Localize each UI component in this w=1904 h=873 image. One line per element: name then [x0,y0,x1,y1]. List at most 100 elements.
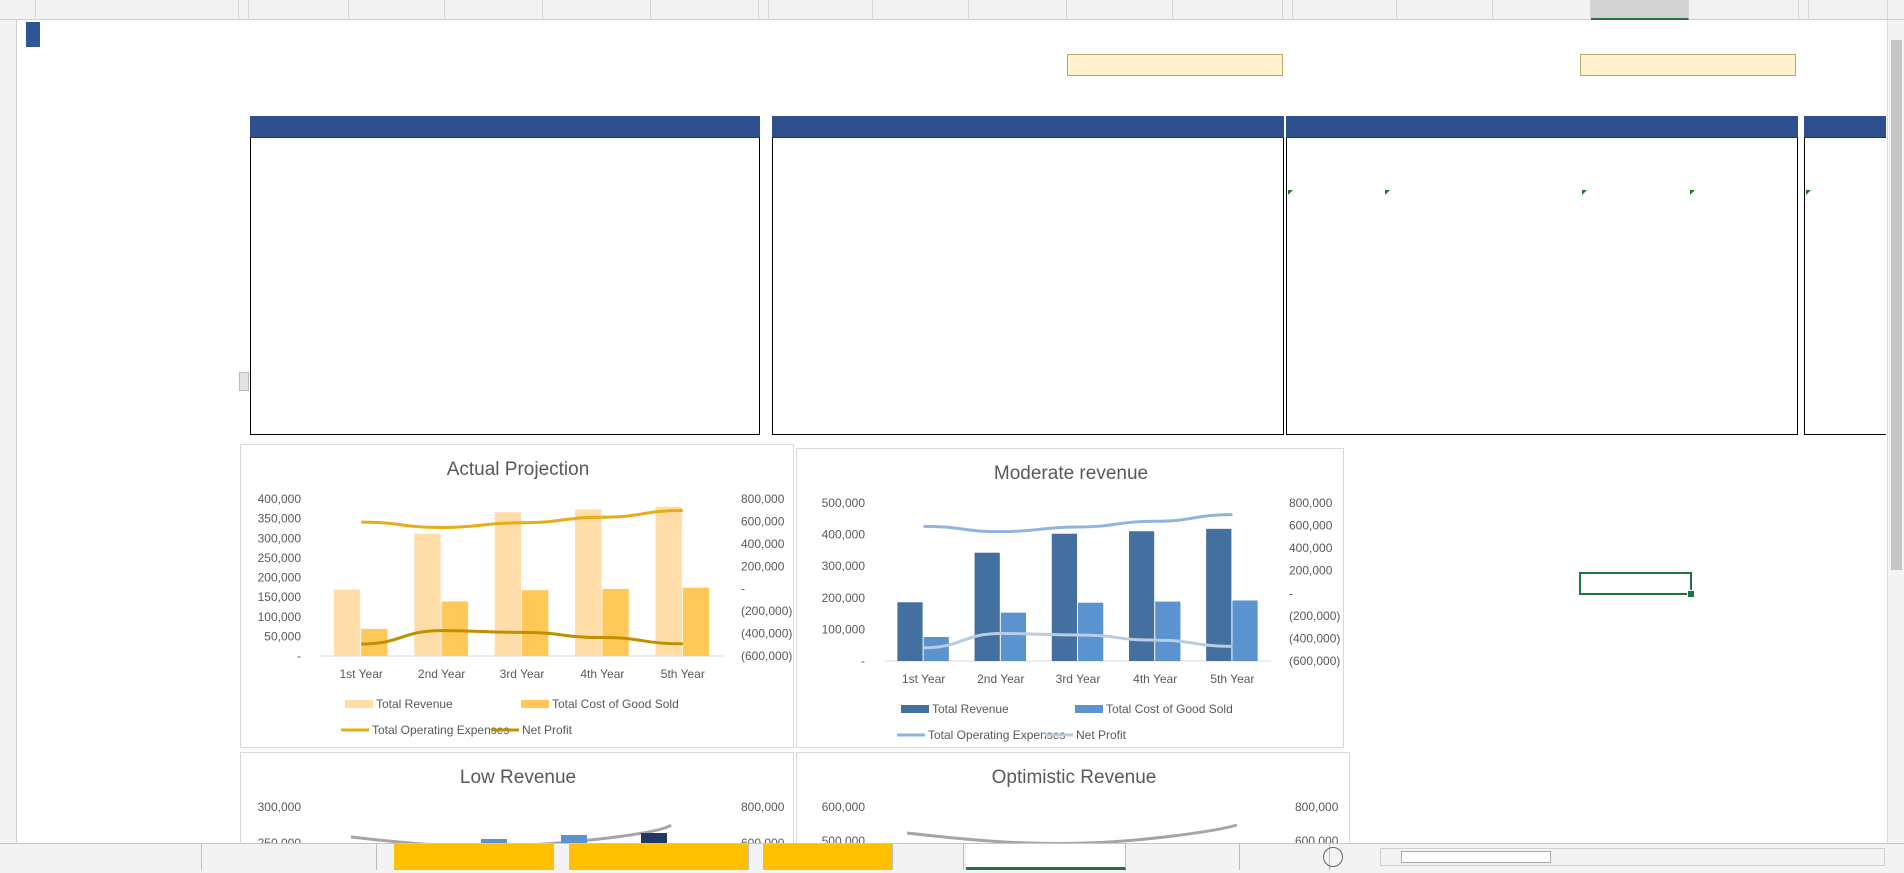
bar-total-cost-of-good-sold[interactable] [441,601,468,656]
error-indicator-icon[interactable] [1582,190,1587,195]
column-header-h[interactable] [651,0,759,20]
column-header-n[interactable] [1173,0,1283,20]
column-header-q[interactable] [1397,0,1493,20]
year-header-band-2 [1286,116,1798,138]
y2-tick-label: 400,000 [741,537,785,551]
legend-swatch [901,705,929,713]
error-indicator-icon[interactable] [1385,190,1390,195]
scenario-table-0 [250,116,760,435]
chart-svg: Low Revenue 300,000 250,000 800,000 600,000 [258,767,785,843]
bar-total-cost-of-good-sold[interactable] [1155,601,1181,661]
sheet-tab-revenue-forecasting[interactable] [203,844,377,870]
legend-swatch [345,700,373,708]
y2-tick-label: 800,000 [741,800,785,814]
column-header-k[interactable] [873,0,969,20]
legend-swatch [521,700,549,708]
spreadsheet-window: Actual Projection 400,000 350,000 300,000 25… [0,0,1904,873]
bar-total-revenue[interactable] [655,506,682,656]
line-total-operating-expenses[interactable] [361,509,683,529]
chart-3[interactable]: Optimistic Revenue 600,000 500,000 800,000 6… [796,752,1350,843]
column-header-e[interactable] [349,0,445,20]
y-tick-label: 100,000 [822,622,866,636]
moderate-percent-input[interactable] [1580,54,1796,76]
sheet-tab-payr-[interactable] [1244,844,1330,870]
column-header-i[interactable] [759,0,769,20]
line-total-operating-expenses[interactable] [923,513,1233,534]
bar-total-revenue[interactable] [494,512,521,656]
vertical-scroll-thumb[interactable] [1891,40,1902,570]
y-tick-label: 300,000 [258,800,302,814]
column-header-f[interactable] [445,0,543,20]
low-percent-input[interactable] [1067,54,1283,76]
sheet-tab-balance-sheet[interactable] [763,844,893,870]
column-header-t[interactable] [1689,0,1799,20]
error-indicator-icon[interactable] [1806,190,1811,195]
column-header-o[interactable] [1283,0,1293,20]
bar-total-cost-of-good-sold[interactable] [682,587,710,656]
bar-total-revenue[interactable] [1051,533,1077,661]
x-tick-label: 2nd Year [418,667,465,681]
column-header-p[interactable] [1293,0,1397,20]
chart-1[interactable]: Moderate revenue 500,000 400,000 300,000 200… [796,448,1344,748]
y2-tick-label: 200,000 [1289,564,1333,578]
bar-total-cost-of-good-sold[interactable] [1078,602,1104,661]
add-sheet-icon[interactable] [1323,847,1343,867]
y2-tick-label: 600,000 [1289,519,1333,533]
year-header-band-1 [772,116,1284,138]
chart-svg: Moderate revenue 500,000 400,000 300,000 200… [822,463,1341,742]
error-indicator-icon[interactable] [1288,190,1293,195]
chart-title: Optimistic Revenue [992,767,1157,788]
column-header-c[interactable] [239,0,249,20]
x-tick-label: 4th Year [580,667,624,681]
column-header-l[interactable] [969,0,1067,20]
y-tick-label: - [861,654,865,668]
x-tick-label: 4th Year [1133,672,1177,686]
column-header-j[interactable] [769,0,873,20]
y2-tick-label: 600,000 [741,514,785,528]
column-header-m[interactable] [1067,0,1173,20]
x-tick-label: 5th Year [661,667,705,681]
selected-cell[interactable] [1579,572,1695,598]
column-header-d[interactable] [249,0,349,20]
y2-tick-label: 600,000 [1295,834,1339,843]
x-tick-label: 3rd Year [500,667,545,681]
chart-title: Actual Projection [447,459,590,480]
bar-partial [641,833,667,843]
bar-total-revenue[interactable] [897,602,923,661]
bar-total-cost-of-good-sold[interactable] [1000,612,1027,661]
chart-2[interactable]: Low Revenue 300,000 250,000 800,000 600,000 [240,752,794,843]
bar-total-revenue[interactable] [974,552,1000,661]
column-header-r[interactable] [1493,0,1591,20]
y-tick-label: - [297,649,301,663]
bar-total-cost-of-good-sold[interactable] [602,588,629,656]
column-header-v[interactable] [1809,0,1888,20]
error-indicator-icon[interactable] [1690,190,1695,195]
column-header-u[interactable] [1799,0,1809,20]
line-partial [906,823,1238,843]
horizontal-scroll-thumb[interactable] [1401,851,1551,863]
worksheet-grid[interactable]: Actual Projection 400,000 350,000 300,000 25… [18,20,1886,843]
bar-total-cost-of-good-sold[interactable] [522,590,549,656]
column-header-g[interactable] [543,0,651,20]
bar-total-revenue[interactable] [414,533,441,656]
sheet-tab-sensitivity-analysis[interactable] [966,844,1126,870]
bar-total-revenue[interactable] [1206,528,1232,661]
y2-tick-label: (200,000) [741,604,792,618]
y2-tick-label: 200,000 [741,559,785,573]
bar-total-cost-of-good-sold[interactable] [1232,600,1258,661]
horizontal-scrollbar[interactable] [1380,848,1885,866]
title-accent-bar [26,22,40,47]
sheet-tab-income-statement[interactable] [394,844,554,870]
column-header-a[interactable] [18,0,36,20]
legend-label: Total Operating Expenses [928,728,1065,742]
column-header-b[interactable] [36,0,239,20]
sheet-tab-cash-flow-statement[interactable] [569,844,749,870]
sheet-tab-kpi-s[interactable] [900,844,964,870]
vertical-scrollbar[interactable] [1887,20,1904,843]
sheet-tab-dashboard[interactable] [92,844,202,870]
chart-0[interactable]: Actual Projection 400,000 350,000 300,000 25… [240,444,794,748]
bar-total-revenue[interactable] [333,589,361,656]
bar-total-revenue[interactable] [575,509,602,656]
column-header-s[interactable] [1591,0,1689,20]
sheet-tab-cap-table[interactable] [1136,844,1240,870]
